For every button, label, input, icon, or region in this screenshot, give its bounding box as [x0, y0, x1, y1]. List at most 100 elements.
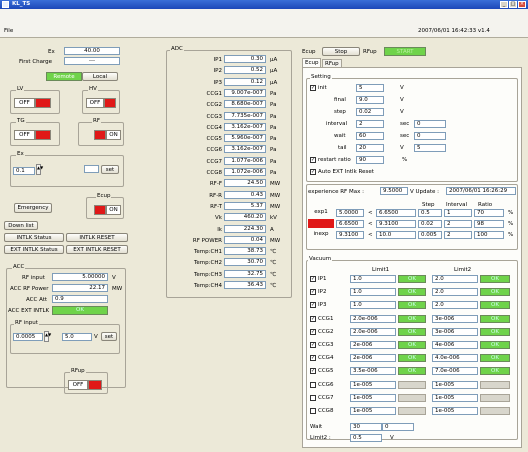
vac-limit1-10[interactable]: 1e-005: [350, 407, 396, 415]
hv-on-indicator[interactable]: [104, 98, 116, 108]
ex-set-input[interactable]: [84, 165, 99, 173]
vac-checkbox-8[interactable]: [310, 381, 316, 388]
vac-limit2-7[interactable]: 7.0e-006: [432, 367, 478, 376]
ex-step-input[interactable]: 0.1: [13, 167, 35, 175]
vac-limit2-9[interactable]: 1e-005: [432, 393, 478, 402]
vac-limit2-10[interactable]: 1e-005: [432, 407, 478, 415]
emergency-button[interactable]: Emergency: [14, 203, 52, 213]
vac-limit2-6[interactable]: 4.0e-006: [432, 354, 478, 363]
tab-ecup[interactable]: Ecup: [302, 58, 322, 67]
vac-checkbox-10[interactable]: [310, 408, 316, 414]
wait-input[interactable]: 60: [356, 132, 384, 140]
final-input[interactable]: 9.0: [356, 96, 384, 104]
vac-limit2-4[interactable]: 3e-006: [432, 327, 478, 336]
auto-ext-checkbox[interactable]: ✓: [310, 169, 316, 175]
minimize-button[interactable]: _: [500, 1, 508, 8]
lv-on-indicator[interactable]: [35, 98, 51, 108]
down-list-button[interactable]: Down list: [4, 221, 38, 230]
vac-limit1-0[interactable]: 1.0: [350, 275, 396, 283]
vac-limit2-1[interactable]: 2.0: [432, 288, 478, 297]
init-input[interactable]: 5: [356, 84, 384, 92]
vac-limit2-3[interactable]: 3e-006: [432, 314, 478, 323]
close-button[interactable]: ×: [518, 1, 526, 8]
vac-limit1-8[interactable]: 1e-005: [350, 380, 396, 389]
seq-step-1[interactable]: 0.02: [418, 220, 442, 228]
rf-set-button[interactable]: set: [101, 332, 117, 341]
seq-b-2[interactable]: 10.0: [376, 231, 416, 239]
init-checkbox[interactable]: ✓: [310, 85, 316, 91]
restart-ratio-unit: %: [402, 157, 408, 163]
restart-ratio-input[interactable]: 90: [356, 156, 384, 164]
ext-intlk-status-button[interactable]: EXT INTLK Status: [4, 245, 64, 254]
vac-limit1-9[interactable]: 1e-005: [350, 393, 396, 402]
local-button[interactable]: Local: [82, 72, 118, 81]
maximize-button[interactable]: □: [509, 1, 517, 8]
tail-sec-input[interactable]: 5: [414, 144, 446, 152]
tail-input[interactable]: 20: [356, 144, 384, 152]
rf-off-indicator[interactable]: [94, 130, 106, 140]
wait2-input[interactable]: 30: [350, 423, 382, 431]
ex-step-spinner[interactable]: ▲▼: [36, 164, 43, 175]
ext-intlk-reset-button[interactable]: EXT INTLK RESET: [66, 245, 128, 254]
vac-limit1-1[interactable]: 1.0: [350, 288, 396, 297]
lv-off-button[interactable]: OFF: [14, 98, 35, 108]
vac-checkbox-0[interactable]: ✓: [310, 276, 316, 282]
vac-limit1-5[interactable]: 2e-006: [350, 341, 396, 349]
seq-ratio-1[interactable]: 98: [474, 220, 504, 228]
vac-limit1-4[interactable]: 2.0e-006: [350, 327, 396, 336]
vac-checkbox-9[interactable]: [310, 394, 316, 401]
wait-sec-input[interactable]: 0: [414, 132, 446, 140]
intlk-status-button[interactable]: INTLK Status: [4, 233, 64, 242]
seq-a-0[interactable]: 5.0000: [336, 209, 364, 217]
interval-input[interactable]: 2: [356, 120, 384, 128]
vac-checkbox-2[interactable]: ✓: [310, 302, 316, 309]
seq-step-2[interactable]: 0.005: [418, 231, 442, 239]
step-input[interactable]: 0.02: [356, 108, 384, 116]
seq-interval-1[interactable]: 2: [444, 220, 472, 228]
stop-button[interactable]: Stop: [322, 47, 360, 56]
vac-checkbox-1[interactable]: ✓: [310, 289, 316, 296]
vac-checkbox-6[interactable]: ✓: [310, 355, 316, 362]
vac-limit2-0[interactable]: 2.0: [432, 275, 478, 283]
hv-off-button[interactable]: OFF: [86, 98, 104, 108]
tg-off-button[interactable]: OFF: [14, 130, 35, 140]
vac-checkbox-5[interactable]: ✓: [310, 342, 316, 348]
start-button[interactable]: START: [384, 47, 426, 56]
seq-ratio-2[interactable]: 100: [474, 231, 504, 239]
vac-limit1-7[interactable]: 3.5e-006: [350, 367, 396, 376]
vac-limit2-8[interactable]: 1e-005: [432, 380, 478, 389]
seq-interval-2[interactable]: 2: [444, 231, 472, 239]
remote-button[interactable]: Remote: [46, 72, 82, 81]
vac-checkbox-7[interactable]: ✓: [310, 368, 316, 375]
wait2-b-input[interactable]: 0: [382, 423, 414, 431]
vac-checkbox-4[interactable]: ✓: [310, 328, 316, 335]
seq-interval-0[interactable]: 1: [444, 209, 472, 217]
vac-limit2-5[interactable]: 4e-006: [432, 341, 478, 349]
vac-limit1-3[interactable]: 2.0e-006: [350, 314, 396, 323]
seq-a-1[interactable]: 6.6500: [336, 220, 364, 228]
rfup-on-indicator[interactable]: [88, 380, 102, 390]
vac-checkbox-3[interactable]: ✓: [310, 315, 316, 322]
intlk-reset-button[interactable]: INTLK RESET: [66, 233, 128, 242]
vac-limit1-2[interactable]: 1.0: [350, 301, 396, 310]
rf-set-input[interactable]: 5.0: [62, 333, 92, 341]
tg-on-indicator[interactable]: [35, 130, 51, 140]
rf-on-button[interactable]: ON: [106, 130, 121, 140]
seq-b-1[interactable]: 9.3100: [376, 220, 416, 228]
seq-ratio-0[interactable]: 70: [474, 209, 504, 217]
limit2-input[interactable]: 0.5: [350, 434, 382, 442]
ecup-off-indicator[interactable]: [94, 205, 106, 215]
restart-ratio-checkbox[interactable]: ✓: [310, 157, 316, 163]
interval-sec-input[interactable]: 0: [414, 120, 446, 128]
rf-step-input[interactable]: 0.0005: [13, 333, 43, 341]
menu-file[interactable]: File: [4, 27, 13, 35]
rfup-off-button[interactable]: OFF: [68, 380, 88, 390]
seq-b-0[interactable]: 6.6500: [376, 209, 416, 217]
seq-step-0[interactable]: 0.5: [418, 209, 442, 217]
rf-step-spinner[interactable]: ▲▼: [44, 331, 51, 342]
vac-limit1-6[interactable]: 2e-006: [350, 354, 396, 363]
ecup-on-button[interactable]: ON: [106, 205, 121, 215]
ex-set-button[interactable]: set: [101, 165, 119, 174]
vac-limit2-2[interactable]: 2.0: [432, 301, 478, 310]
seq-a-2[interactable]: 9.3100: [336, 231, 364, 239]
